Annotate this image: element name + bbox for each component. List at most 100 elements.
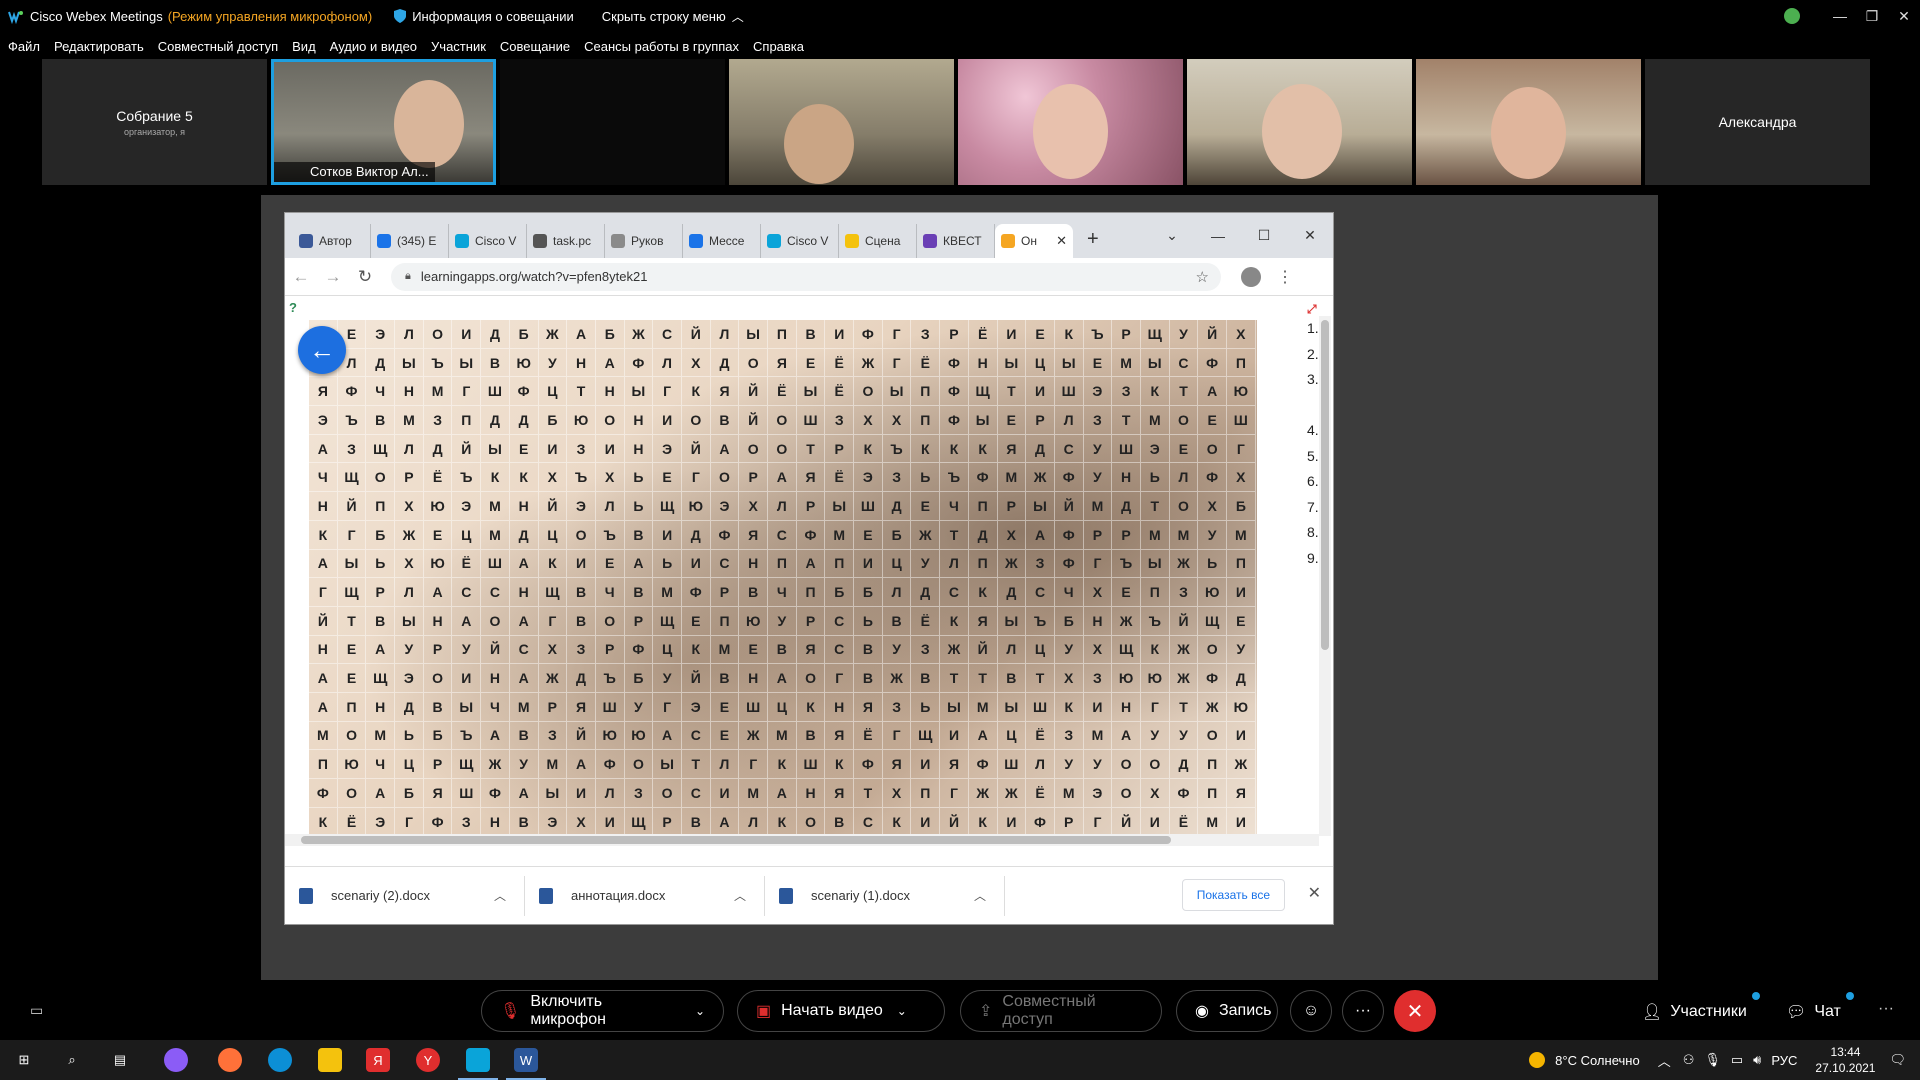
grid-letter-cell[interactable]: О <box>1112 779 1141 808</box>
grid-letter-cell[interactable]: И <box>997 807 1027 837</box>
grid-letter-cell[interactable]: Й <box>1054 492 1084 521</box>
grid-letter-cell[interactable]: К <box>1054 320 1084 349</box>
grid-letter-cell[interactable]: Э <box>1083 377 1113 407</box>
grid-letter-cell[interactable]: Ц <box>538 377 568 407</box>
grid-letter-cell[interactable]: Ф <box>1026 807 1055 837</box>
download-item[interactable]: аннотация.docx ︿ <box>525 875 765 916</box>
grid-letter-cell[interactable]: Г <box>452 377 482 407</box>
menu-view[interactable]: Вид <box>292 39 316 54</box>
grid-letter-cell[interactable]: Э <box>366 807 396 837</box>
grid-letter-cell[interactable]: П <box>825 549 855 579</box>
grid-letter-cell[interactable]: М <box>1054 779 1084 808</box>
grid-letter-cell[interactable]: Е <box>509 434 539 464</box>
grid-letter-cell[interactable]: Т <box>796 434 826 464</box>
grid-letter-cell[interactable]: Ё <box>825 348 855 378</box>
grid-letter-cell[interactable]: Ф <box>968 463 998 493</box>
grid-letter-cell[interactable]: М <box>1083 492 1113 521</box>
grid-letter-cell[interactable]: У <box>452 635 482 665</box>
grid-letter-cell[interactable]: Д <box>911 578 941 607</box>
download-item[interactable]: scenariy (1).docx ︿ <box>765 875 1005 916</box>
grid-letter-cell[interactable]: Ч <box>595 578 625 607</box>
grid-letter-cell[interactable]: Ш <box>481 377 510 407</box>
grid-letter-cell[interactable]: П <box>911 779 941 808</box>
grid-letter-cell[interactable]: К <box>968 807 998 837</box>
grid-letter-cell[interactable]: Ф <box>854 320 883 349</box>
grid-letter-cell[interactable]: Ъ <box>882 434 912 464</box>
grid-letter-cell[interactable]: У <box>1140 721 1170 751</box>
show-all-downloads-button[interactable]: Показать все <box>1181 879 1285 911</box>
grid-letter-cell[interactable]: Ж <box>481 750 510 779</box>
grid-letter-cell[interactable]: А <box>710 807 740 837</box>
grid-letter-cell[interactable]: Я <box>1227 779 1256 808</box>
grid-letter-cell[interactable]: Я <box>997 434 1027 464</box>
grid-letter-cell[interactable]: Г <box>1083 549 1113 579</box>
grid-letter-cell[interactable]: О <box>567 520 596 550</box>
grid-letter-cell[interactable]: Т <box>940 520 969 550</box>
grid-letter-cell[interactable]: Ы <box>997 606 1027 636</box>
grid-letter-cell[interactable]: Б <box>624 664 654 693</box>
grid-letter-cell[interactable]: Ц <box>1026 348 1055 378</box>
close-icon[interactable]: ✕ <box>1287 227 1333 244</box>
grid-letter-cell[interactable]: К <box>768 750 797 779</box>
grid-letter-cell[interactable]: Ц <box>882 549 912 579</box>
grid-letter-cell[interactable]: Н <box>309 635 338 665</box>
grid-letter-cell[interactable]: С <box>825 635 855 665</box>
grid-letter-cell[interactable]: Л <box>710 320 740 349</box>
grid-letter-cell[interactable]: Ж <box>940 635 969 665</box>
grid-letter-cell[interactable]: К <box>681 635 711 665</box>
grid-letter-cell[interactable]: В <box>796 721 826 751</box>
grid-letter-cell[interactable]: Т <box>567 377 596 407</box>
grid-letter-cell[interactable]: Г <box>739 750 768 779</box>
grid-letter-cell[interactable]: Ж <box>968 779 998 808</box>
grid-letter-cell[interactable]: Э <box>653 434 682 464</box>
grid-letter-cell[interactable]: Ц <box>538 520 568 550</box>
grid-letter-cell[interactable]: Ц <box>768 692 797 722</box>
vertical-scrollbar[interactable] <box>1319 316 1331 836</box>
grid-letter-cell[interactable]: Я <box>882 750 912 779</box>
grid-letter-cell[interactable]: Щ <box>366 434 396 464</box>
grid-letter-cell[interactable]: М <box>1083 721 1113 751</box>
grid-letter-cell[interactable]: Ю <box>1112 664 1141 693</box>
grid-letter-cell[interactable]: И <box>1227 807 1256 837</box>
grid-letter-cell[interactable]: Ф <box>423 807 453 837</box>
back-button[interactable]: ← <box>298 326 346 374</box>
grid-letter-cell[interactable]: З <box>1083 664 1113 693</box>
grid-letter-cell[interactable]: У <box>1227 635 1256 665</box>
grid-letter-cell[interactable]: Й <box>538 492 568 521</box>
grid-letter-cell[interactable]: Ж <box>997 549 1027 579</box>
grid-letter-cell[interactable]: О <box>1112 750 1141 779</box>
grid-letter-cell[interactable]: Э <box>854 463 883 493</box>
grid-letter-cell[interactable]: З <box>538 721 568 751</box>
grid-letter-cell[interactable]: Ш <box>1026 692 1055 722</box>
browser-tab-active[interactable]: Он ✕ <box>995 223 1073 258</box>
grid-letter-cell[interactable]: Ы <box>825 492 855 521</box>
browser-tab[interactable]: Руков <box>605 223 683 258</box>
participant-tile-aleksandra[interactable]: Александра <box>1645 59 1870 185</box>
grid-letter-cell[interactable]: Ъ <box>1026 606 1055 636</box>
grid-letter-cell[interactable]: Щ <box>1198 606 1227 636</box>
close-icon[interactable]: ✕ <box>1888 8 1920 25</box>
grid-letter-cell[interactable]: Щ <box>366 664 396 693</box>
grid-letter-cell[interactable]: В <box>681 807 711 837</box>
grid-letter-cell[interactable]: Я <box>710 377 740 407</box>
url-input[interactable]: 🔒︎ learningapps.org/watch?v=pfen8ytek21 … <box>391 262 1221 291</box>
grid-letter-cell[interactable]: У <box>624 692 654 722</box>
grid-letter-cell[interactable]: Г <box>681 463 711 493</box>
grid-letter-cell[interactable]: Ь <box>1140 463 1170 493</box>
grid-letter-cell[interactable]: А <box>595 348 625 378</box>
grid-letter-cell[interactable]: Ё <box>911 606 941 636</box>
grid-letter-cell[interactable]: Ф <box>1198 463 1227 493</box>
grid-letter-cell[interactable]: О <box>710 463 740 493</box>
grid-letter-cell[interactable]: Л <box>395 320 424 349</box>
grid-letter-cell[interactable]: Х <box>395 492 424 521</box>
grid-letter-cell[interactable]: А <box>567 750 596 779</box>
grid-letter-cell[interactable]: Е <box>1198 406 1227 435</box>
grid-letter-cell[interactable]: А <box>481 721 510 751</box>
grid-letter-cell[interactable]: Р <box>423 635 453 665</box>
scroll-thumb[interactable] <box>301 836 1171 844</box>
grid-letter-cell[interactable]: Б <box>423 721 453 751</box>
grid-letter-cell[interactable]: К <box>681 377 711 407</box>
grid-letter-cell[interactable]: Й <box>1169 606 1199 636</box>
grid-letter-cell[interactable]: Р <box>796 606 826 636</box>
grid-letter-cell[interactable]: Х <box>538 463 568 493</box>
